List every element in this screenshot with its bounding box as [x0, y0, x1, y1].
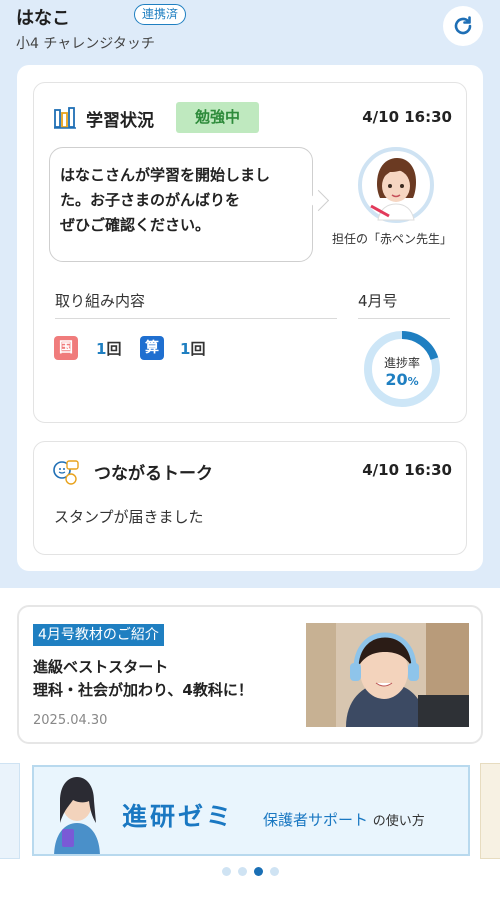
- promo-card[interactable]: 4月号教材のご紹介 進級ベストスタート 理科・社会が加わり、4教科に！ 2025…: [17, 605, 483, 744]
- refresh-icon: [454, 16, 472, 35]
- banner-subtitle: 保護者サポート の使い方: [263, 811, 425, 829]
- carousel-dot[interactable]: [238, 867, 247, 876]
- carousel-dot-active[interactable]: [254, 867, 263, 876]
- issue-label: 4月号: [358, 292, 398, 310]
- carousel-dot[interactable]: [270, 867, 279, 876]
- study-status-time: 4/10 16:30: [362, 108, 452, 126]
- subject-count-japanese: 1回: [96, 340, 122, 358]
- promo-image-child-with-headphones: [306, 623, 469, 727]
- subject-count-math: 1回: [180, 340, 206, 358]
- carousel-slide-next[interactable]: [480, 763, 500, 859]
- talk-title: つながるトーク: [94, 464, 213, 484]
- banner-brand: 進研ゼミ: [122, 802, 235, 831]
- message-line: ぜひご確認ください。: [60, 216, 211, 234]
- study-status-title: 学習状況: [86, 111, 154, 131]
- talk-time: 4/10 16:30: [362, 461, 452, 479]
- carousel-dots: [222, 867, 282, 877]
- carousel-slide-previous[interactable]: [0, 763, 20, 859]
- talk-message: スタンプが届きました: [54, 508, 204, 526]
- grade-course-label: 小4 チャレンジタッチ: [16, 36, 155, 52]
- support-banner[interactable]: 進研ゼミ 保護者サポート の使い方: [32, 765, 470, 856]
- child-name: はなこ: [16, 8, 70, 29]
- study-books-icon: [54, 107, 76, 129]
- promo-date: 2025.04.30: [33, 713, 108, 728]
- link-status-badge: 連携済: [134, 4, 187, 25]
- message-line: た。お子さまのがんばりを: [60, 191, 241, 209]
- talk-card[interactable]: つながるトーク 4/10 16:30 スタンプが届きました: [33, 441, 467, 555]
- chat-bubbles-icon: [53, 460, 79, 485]
- subject-tag-math: 算: [140, 336, 164, 360]
- study-status-card[interactable]: 学習状況 勉強中 4/10 16:30 はなこさんが学習を開始しまし た。お子さ…: [33, 82, 467, 423]
- status-badge: 勉強中: [176, 102, 259, 133]
- promo-badge: 4月号教材のご紹介: [33, 624, 164, 646]
- teacher-avatar: [358, 147, 434, 223]
- banner-person-illustration: [54, 777, 100, 854]
- activity-label: 取り組み内容: [55, 292, 146, 310]
- carousel-dot[interactable]: [222, 867, 231, 876]
- divider: [358, 318, 450, 319]
- teacher-caption: 担任の「赤ペン先生」: [331, 232, 452, 246]
- progress-value: 20%: [385, 370, 419, 389]
- promo-subheadline: 理科・社会が加わり、4教科に！: [33, 681, 253, 699]
- refresh-button[interactable]: [443, 6, 483, 46]
- teacher-message-bubble: はなこさんが学習を開始しまし た。お子さまのがんばりを ぜひご確認ください。: [49, 147, 313, 262]
- message-line: はなこさんが学習を開始しまし: [60, 166, 271, 184]
- divider: [55, 318, 337, 319]
- subject-tag-japanese: 国: [54, 336, 78, 360]
- progress-label: 進捗率: [383, 356, 420, 370]
- promo-headline: 進級ベストスタート: [33, 658, 169, 676]
